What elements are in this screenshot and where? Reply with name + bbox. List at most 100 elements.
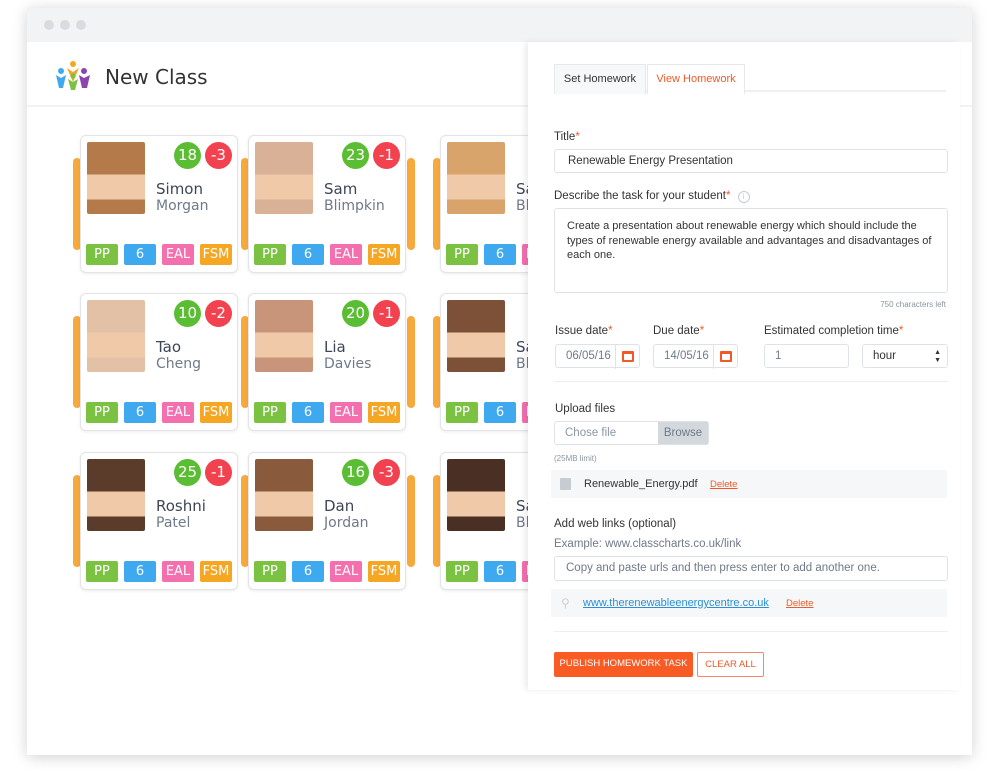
positive-score-badge[interactable]: 25	[174, 459, 201, 486]
tag-6: 6	[124, 402, 156, 423]
tag-6: 6	[484, 244, 516, 265]
tag-6: 6	[124, 244, 156, 265]
tag-fsm: FSM	[368, 402, 400, 423]
student-card[interactable]: 16 -3 Dan Jordan PP 6 EAL FSM	[248, 452, 406, 590]
tag-fsm: FSM	[368, 244, 400, 265]
issue-date-label: Issue date*	[555, 325, 613, 337]
web-links-example: Example: www.classcharts.co.uk/link	[554, 538, 742, 550]
delete-link-link[interactable]: Delete	[786, 598, 813, 609]
publish-homework-button[interactable]: PUBLISH HOMEWORK TASK	[554, 652, 693, 677]
web-links-label: Add web links (optional)	[554, 518, 677, 530]
select-arrows-icon: ▲ ▼	[934, 349, 941, 364]
tag-eal: EAL	[162, 561, 194, 582]
upload-files-label: Upload files	[555, 403, 616, 415]
student-card[interactable]: 10 -2 Tao Cheng PP 6 EAL FSM	[80, 293, 238, 431]
tab-view-homework[interactable]: View Homework	[647, 64, 745, 94]
tag-pp: PP	[86, 561, 118, 582]
student-card[interactable]: 20 -1 Lia Davies PP 6 EAL FSM	[248, 293, 406, 431]
due-date-input[interactable]: 14/05/16	[653, 344, 738, 369]
negative-score-badge[interactable]: -3	[205, 142, 232, 169]
tag-pp: PP	[446, 561, 478, 582]
divider	[554, 381, 948, 382]
description-textarea[interactable]: Create a presentation about renewable en…	[554, 208, 948, 293]
tab-set-homework[interactable]: Set Homework	[554, 64, 646, 94]
student-last-name: Patel	[156, 515, 191, 531]
tag-6: 6	[292, 402, 324, 423]
description-label: Describe the task for your student* i	[554, 190, 750, 203]
student-last-name: Morgan	[156, 198, 209, 214]
window-close-dot[interactable]	[44, 20, 54, 30]
web-link-input[interactable]: Copy and paste urls and then press enter…	[554, 556, 948, 581]
delete-file-link[interactable]: Delete	[710, 479, 737, 490]
page-title: New Class	[105, 65, 208, 89]
group-bar	[407, 475, 415, 567]
positive-score-badge[interactable]: 18	[174, 142, 201, 169]
web-link-row: ⚲ www.therenewableenergycentre.co.uk Del…	[551, 589, 947, 617]
negative-score-badge[interactable]: -3	[373, 459, 400, 486]
tag-6: 6	[484, 561, 516, 582]
tag-fsm: FSM	[200, 561, 232, 582]
student-first-name: Simon	[156, 180, 203, 198]
student-first-name: Lia	[324, 338, 346, 356]
tag-pp: PP	[254, 402, 286, 423]
info-icon[interactable]: i	[737, 191, 750, 203]
uploaded-file-row: Renewable_Energy.pdf Delete	[551, 470, 947, 498]
tag-eal: EAL	[330, 402, 362, 423]
student-photo	[87, 459, 145, 531]
title-input[interactable]: Renewable Energy Presentation	[554, 149, 948, 173]
student-card[interactable]: 18 -3 Simon Morgan PP 6 EAL FSM	[80, 135, 238, 273]
due-date-label: Due date*	[653, 325, 705, 337]
title-label: Title*	[554, 131, 580, 143]
student-photo	[255, 142, 313, 214]
window-minimize-dot[interactable]	[60, 20, 70, 30]
student-photo	[87, 300, 145, 372]
student-first-name: Sam	[324, 180, 358, 198]
student-photo	[255, 459, 313, 531]
student-photo	[447, 142, 505, 214]
estimated-time-input[interactable]: 1	[764, 344, 849, 368]
file-size-limit: (25MB limit)	[554, 454, 597, 463]
divider	[554, 631, 948, 632]
tag-eal: EAL	[330, 244, 362, 265]
browse-button[interactable]: Browse	[658, 422, 708, 444]
window-zoom-dot[interactable]	[76, 20, 86, 30]
clear-all-button[interactable]: CLEAR ALL	[697, 652, 764, 677]
web-link[interactable]: www.therenewableenergycentre.co.uk	[583, 597, 769, 609]
tag-eal: EAL	[330, 561, 362, 582]
title-bar	[27, 8, 972, 42]
estimated-time-label: Estimated completion time*	[764, 325, 904, 337]
negative-score-badge[interactable]: -1	[373, 300, 400, 327]
homework-panel: Set Homework View Homework Title* Renewa…	[528, 42, 960, 690]
tag-eal: EAL	[162, 244, 194, 265]
student-first-name: Tao	[156, 338, 182, 356]
positive-score-badge[interactable]: 23	[342, 142, 369, 169]
student-card[interactable]: 25 -1 Roshni Patel PP 6 EAL FSM	[80, 452, 238, 590]
tag-pp: PP	[254, 561, 286, 582]
tag-pp: PP	[86, 244, 118, 265]
tag-6: 6	[484, 402, 516, 423]
negative-score-badge[interactable]: -1	[205, 459, 232, 486]
calendar-icon[interactable]	[615, 345, 639, 369]
negative-score-badge[interactable]: -2	[205, 300, 232, 327]
positive-score-badge[interactable]: 20	[342, 300, 369, 327]
positive-score-badge[interactable]: 16	[342, 459, 369, 486]
tag-fsm: FSM	[200, 244, 232, 265]
negative-score-badge[interactable]: -1	[373, 142, 400, 169]
student-card[interactable]: 23 -1 Sam Blimpkin PP 6 EAL FSM	[248, 135, 406, 273]
student-photo	[447, 300, 505, 372]
calendar-icon[interactable]	[713, 345, 737, 369]
positive-score-badge[interactable]: 10	[174, 300, 201, 327]
time-unit-select[interactable]: hour ▲ ▼	[862, 344, 948, 368]
tag-fsm: FSM	[200, 402, 232, 423]
tag-pp: PP	[446, 244, 478, 265]
group-bar	[407, 316, 415, 408]
student-photo	[87, 142, 145, 214]
tag-6: 6	[124, 561, 156, 582]
issue-date-input[interactable]: 06/05/16	[555, 344, 640, 369]
file-input[interactable]: Chose file Browse	[554, 421, 709, 445]
tag-6: 6	[292, 244, 324, 265]
student-last-name: Davies	[324, 356, 372, 372]
group-bar	[407, 158, 415, 250]
student-last-name: Jordan	[324, 515, 369, 531]
app-window: New Class 18 -3 Simon Morgan PP 6 EAL FSM 23 -1 Sa…	[27, 8, 972, 755]
